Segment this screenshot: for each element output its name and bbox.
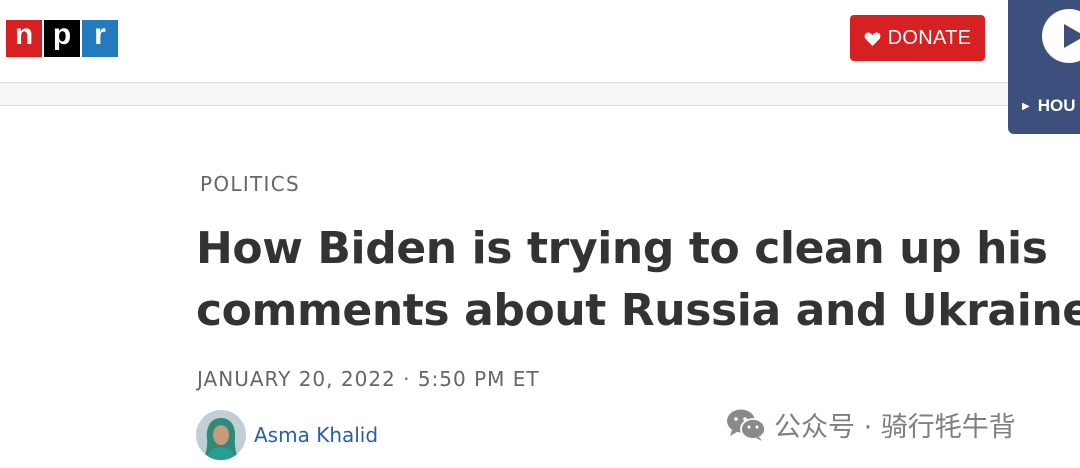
section-label[interactable]: POLITICS <box>200 172 300 196</box>
heart-icon <box>864 31 881 46</box>
caret-right-icon: ▶ <box>1022 100 1030 112</box>
dateline: JANUARY 20, 2022 · 5:50 PM ET <box>197 367 540 391</box>
watermark-text: 公众号 · 骑行牦牛背 <box>774 412 1016 443</box>
hourly-news-link[interactable]: ▶ HOU <box>1022 96 1075 116</box>
title-line-2: comments about Russia and Ukraine <box>196 285 1080 336</box>
npr-logo[interactable]: n p r <box>6 20 118 57</box>
play-button[interactable] <box>1042 9 1080 63</box>
donate-label: DONATE <box>887 26 972 49</box>
author-avatar[interactable] <box>196 410 246 460</box>
title-line-1: How Biden is trying to clean up his <box>196 223 1048 274</box>
logo-letter-n: n <box>6 20 42 57</box>
wechat-icon <box>727 409 766 441</box>
audio-player[interactable]: ▶ HOU <box>1008 0 1080 134</box>
wechat-watermark: 公众号 · 骑行牦牛背 <box>726 405 1016 444</box>
logo-letter-r: r <box>82 20 118 57</box>
logo-letter-p: p <box>44 20 80 57</box>
hourly-news-label: HOU <box>1037 96 1076 115</box>
author-name-link[interactable]: Asma Khalid <box>254 423 378 447</box>
donate-button[interactable]: DONATE <box>850 15 985 61</box>
article-title: How Biden is trying to clean up his comm… <box>196 218 1080 342</box>
byline: Asma Khalid <box>196 410 378 460</box>
site-header: n p r DONATE <box>0 0 1080 82</box>
subnav-bar <box>0 82 1008 106</box>
play-icon <box>1064 24 1080 48</box>
